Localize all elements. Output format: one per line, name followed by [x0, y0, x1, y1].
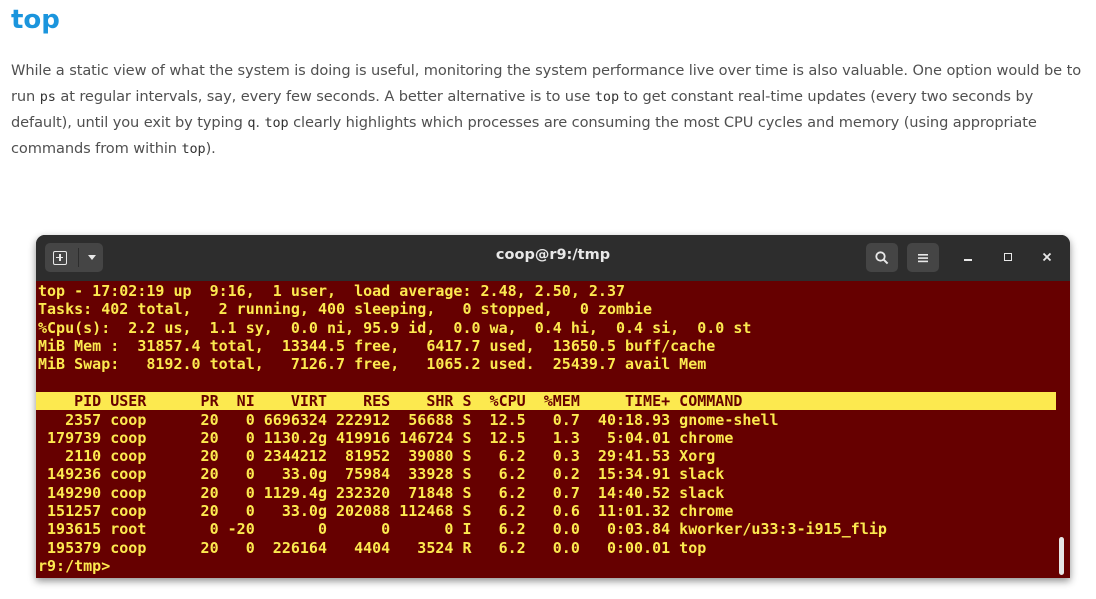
new-tab-icon	[53, 250, 67, 265]
summary-mem-line: MiB Mem : 31857.4 total, 13344.5 free, 6…	[38, 336, 716, 355]
inline-code-top: top	[594, 89, 619, 105]
shell-prompt[interactable]: r9:/tmp>	[38, 557, 110, 575]
process-table-header: PID USER PR NI VIRT RES SHR S %CPU %MEM …	[36, 392, 1056, 410]
process-row: 195379 coop 20 0 226164 4404 3524 R 6.2 …	[38, 538, 707, 557]
new-tab-button[interactable]	[45, 243, 103, 272]
inline-code-top: top	[264, 115, 289, 131]
menu-button[interactable]	[907, 243, 939, 272]
section-heading: top	[11, 5, 60, 35]
process-row: 2110 coop 20 0 2344212 81952 39080 S 6.2…	[38, 447, 716, 466]
close-icon	[1042, 252, 1052, 262]
summary-cpu-line: %Cpu(s): 2.2 us, 1.1 sy, 0.0 ni, 95.9 id…	[38, 318, 752, 337]
hamburger-menu-icon	[918, 253, 928, 262]
inline-code-ps: ps	[39, 89, 56, 105]
process-row: 2357 coop 20 0 6696324 222912 56688 S 12…	[38, 410, 779, 429]
maximize-button[interactable]	[996, 245, 1020, 269]
chevron-down-icon[interactable]	[88, 255, 96, 260]
process-row: 149290 coop 20 0 1129.4g 232320 71848 S …	[38, 483, 725, 502]
minimize-icon	[964, 259, 972, 261]
inline-code-top: top	[181, 141, 206, 157]
summary-tasks-line: Tasks: 402 total, 2 running, 400 sleepin…	[38, 300, 653, 319]
terminal-scrollbar[interactable]	[1059, 537, 1064, 575]
close-button[interactable]	[1035, 245, 1059, 269]
process-row: 193615 root 0 -20 0 0 0 I 6.2 0.0 0:03.8…	[38, 520, 887, 539]
search-icon	[875, 250, 889, 264]
summary-uptime-line: top - 17:02:19 up 9:16, 1 user, load ave…	[38, 282, 625, 300]
summary-swap-line: MiB Swap: 8192.0 total, 7126.7 free, 106…	[38, 355, 707, 374]
terminal-titlebar[interactable]: coop@r9:/tmp	[36, 235, 1070, 281]
process-row: 149236 coop 20 0 33.0g 75984 33928 S 6.2…	[38, 465, 725, 484]
search-button[interactable]	[866, 243, 898, 272]
terminal-output[interactable]: top - 17:02:19 up 9:16, 1 user, load ave…	[36, 281, 1070, 578]
process-row: 151257 coop 20 0 33.0g 202088 112468 S 6…	[38, 502, 734, 520]
minimize-button[interactable]	[956, 245, 980, 269]
maximize-icon	[1004, 253, 1012, 261]
paragraph-text: at regular intervals, say, every few sec…	[55, 88, 595, 105]
intro-paragraph: While a static view of what the system i…	[11, 58, 1089, 162]
process-row: 179739 coop 20 0 1130.2g 419916 146724 S…	[38, 428, 734, 447]
paragraph-text: ).	[205, 140, 216, 157]
button-divider	[78, 248, 79, 267]
terminal-window: coop@r9:/tmp top - 17:02:19 up 9:16, 1 u…	[36, 235, 1070, 578]
paragraph-text: .	[255, 114, 265, 131]
